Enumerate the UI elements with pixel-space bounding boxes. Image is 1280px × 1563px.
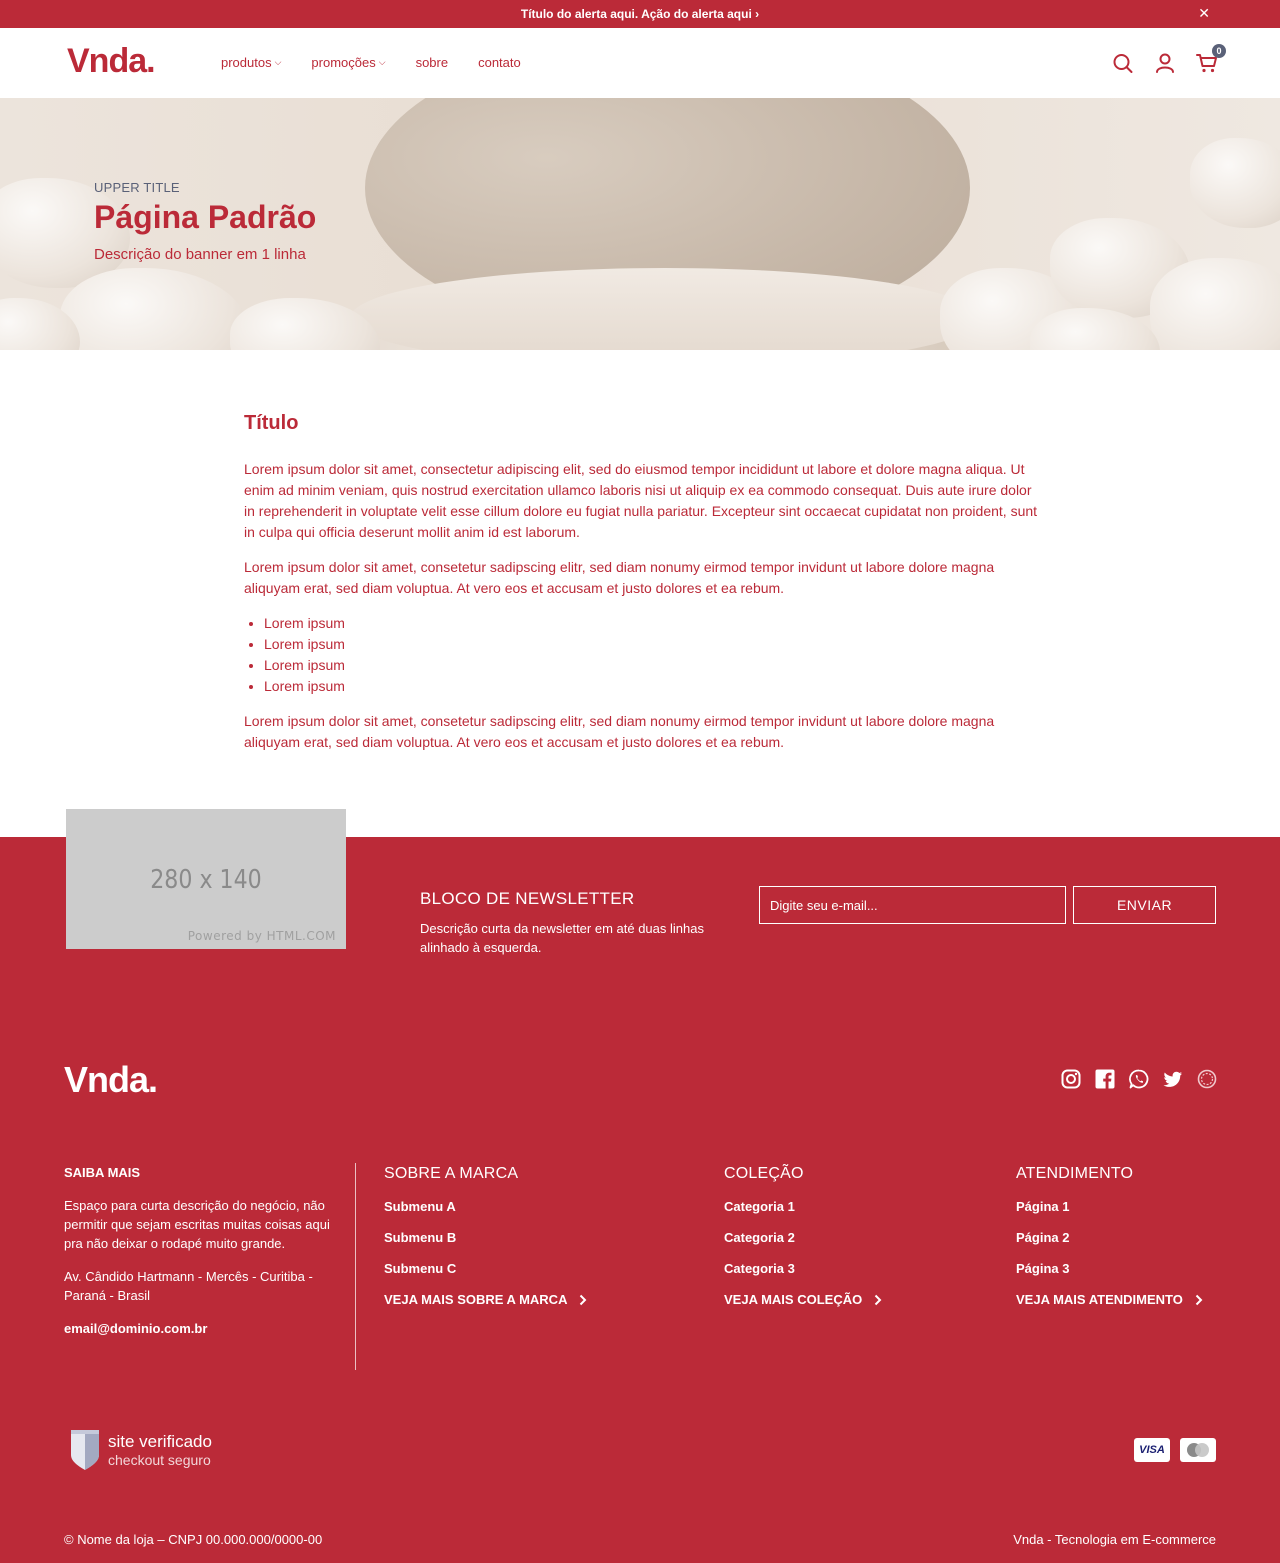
cart-icon[interactable]: 0 bbox=[1196, 44, 1226, 74]
footer-see-more-link[interactable]: VEJA MAIS COLEÇÃO bbox=[724, 1292, 882, 1307]
nav-item-sobre[interactable]: sobre bbox=[416, 55, 449, 70]
footer-link[interactable]: Página 2 bbox=[1016, 1230, 1203, 1245]
footer-about: SAIBA MAIS Espaço para curta descrição d… bbox=[64, 1163, 334, 1352]
nav-item-promocoes[interactable]: promoções ⌵ bbox=[311, 55, 385, 70]
whatsapp-icon[interactable] bbox=[1129, 1069, 1149, 1089]
footer-about-description: Espaço para curta descrição do negócio, … bbox=[64, 1198, 330, 1251]
banner-description: Descrição do banner em 1 linha bbox=[94, 246, 306, 263]
nav-item-produtos[interactable]: produtos ⌵ bbox=[221, 55, 281, 70]
footer-link[interactable]: Submenu A bbox=[384, 1199, 587, 1214]
dribbble-icon[interactable] bbox=[1197, 1069, 1217, 1089]
placeholder-credit: Powered by HTML.COM bbox=[187, 929, 336, 943]
footer-menu-marca: SOBRE A MARCA Submenu A Submenu B Submen… bbox=[384, 1165, 587, 1323]
chevron-right-icon bbox=[874, 1294, 882, 1305]
mastercard-icon bbox=[1180, 1438, 1216, 1462]
banner-rock bbox=[1190, 138, 1280, 228]
footer-link[interactable]: Página 1 bbox=[1016, 1199, 1203, 1214]
list-item: Lorem ipsum bbox=[264, 634, 1040, 655]
newsletter-title: BLOCO DE NEWSLETTER bbox=[420, 889, 635, 908]
banner-title: Página Padrão bbox=[94, 199, 317, 235]
seal-line-1: site verificado bbox=[108, 1432, 212, 1451]
page-banner: UPPER TITLE Página Padrão Descrição do b… bbox=[0, 98, 1280, 350]
banner-upper-title: UPPER TITLE bbox=[94, 180, 180, 195]
chevron-down-icon: ⌵ bbox=[274, 57, 282, 67]
footer-link[interactable]: Categoria 3 bbox=[724, 1261, 882, 1276]
alert-close-button[interactable]: ✕ bbox=[1198, 5, 1210, 22]
site-verified-seal: site verificado checkout seguro bbox=[70, 1429, 212, 1471]
content-paragraph: Lorem ipsum dolor sit amet, consetetur s… bbox=[244, 713, 995, 750]
instagram-icon[interactable] bbox=[1061, 1069, 1081, 1089]
content-paragraph: Lorem ipsum dolor sit amet, consectetur … bbox=[244, 461, 1038, 540]
search-icon[interactable] bbox=[1112, 52, 1134, 74]
header-actions: 0 bbox=[1112, 44, 1226, 74]
site-header: Vnda. produtos ⌵ promoções ⌵ sobre contato… bbox=[0, 28, 1280, 98]
footer-link[interactable]: Categoria 1 bbox=[724, 1199, 882, 1214]
shield-icon bbox=[71, 1430, 99, 1470]
visa-icon: VISA bbox=[1134, 1438, 1170, 1462]
footer-menu-atendimento: ATENDIMENTO Página 1 Página 2 Página 3 V… bbox=[1016, 1165, 1203, 1323]
footer-logo[interactable]: Vnda. bbox=[64, 1059, 158, 1101]
newsletter-description: Descrição curta da newsletter em até dua… bbox=[420, 921, 704, 955]
alert-bar: Título do alerta aqui. Ação do alerta aq… bbox=[0, 0, 1280, 28]
footer-about-title: SAIBA MAIS bbox=[64, 1165, 141, 1180]
newsletter-image-placeholder: 280 x 140 Powered by HTML.COM bbox=[66, 809, 346, 949]
footer-see-more-link[interactable]: VEJA MAIS SOBRE A MARCA bbox=[384, 1292, 587, 1307]
placeholder-size-text: 280 x 140 bbox=[150, 865, 262, 895]
footer-menu-title: COLEÇÃO bbox=[724, 1165, 804, 1182]
footer-menu-colecao: COLEÇÃO Categoria 1 Categoria 2 Categori… bbox=[724, 1165, 882, 1323]
chevron-right-icon bbox=[580, 1294, 587, 1305]
main-nav: produtos ⌵ promoções ⌵ sobre contato bbox=[221, 55, 521, 70]
footer-link[interactable]: Categoria 2 bbox=[724, 1230, 882, 1245]
social-links bbox=[1061, 1069, 1217, 1089]
payment-methods: VISA bbox=[1134, 1438, 1216, 1462]
nav-item-contato[interactable]: contato bbox=[478, 55, 521, 70]
footer-link[interactable]: Submenu B bbox=[384, 1230, 587, 1245]
user-icon[interactable] bbox=[1154, 52, 1176, 74]
banner-text: UPPER TITLE Página Padrão Descrição do b… bbox=[94, 180, 316, 263]
cart-count-badge: 0 bbox=[1212, 44, 1226, 58]
newsletter-text: BLOCO DE NEWSLETTER Descrição curta da n… bbox=[420, 889, 720, 957]
list-item: Lorem ipsum bbox=[264, 655, 1040, 676]
chevron-down-icon: ⌵ bbox=[378, 57, 386, 67]
chevron-right-icon bbox=[1195, 1294, 1203, 1305]
seal-line-2: checkout seguro bbox=[108, 1452, 211, 1468]
twitter-icon[interactable] bbox=[1163, 1069, 1183, 1089]
platform-credit-link[interactable]: Vnda - Tecnologia em E-commerce bbox=[1013, 1532, 1216, 1547]
list-item: Lorem ipsum bbox=[264, 676, 1040, 697]
content-list: Lorem ipsum Lorem ipsum Lorem ipsum Lore… bbox=[264, 613, 1040, 697]
banner-rock bbox=[60, 268, 250, 350]
content-title: Título bbox=[244, 412, 299, 434]
content-paragraph: Lorem ipsum dolor sit amet, consetetur s… bbox=[244, 559, 995, 596]
footer-see-more-link[interactable]: VEJA MAIS ATENDIMENTO bbox=[1016, 1292, 1203, 1307]
footer-address: Av. Cândido Hartmann - Mercês - Curitiba… bbox=[64, 1269, 313, 1303]
footer-link[interactable]: Página 3 bbox=[1016, 1261, 1203, 1276]
footer-link[interactable]: Submenu C bbox=[384, 1261, 587, 1276]
newsletter-email-input[interactable] bbox=[759, 886, 1066, 924]
banner-rock bbox=[1150, 258, 1280, 350]
copyright-text: © Nome da loja – CNPJ 00.000.000/0000-00 bbox=[64, 1532, 323, 1547]
page-content: Título Lorem ipsum dolor sit amet, conse… bbox=[244, 412, 1040, 767]
newsletter-submit-button[interactable]: ENVIAR bbox=[1073, 886, 1216, 924]
footer-email-link[interactable]: email@dominio.com.br bbox=[64, 1319, 334, 1338]
footer-menu-title: SOBRE A MARCA bbox=[384, 1165, 519, 1182]
facebook-icon[interactable] bbox=[1095, 1069, 1115, 1089]
list-item: Lorem ipsum bbox=[264, 613, 1040, 634]
footer-divider bbox=[355, 1163, 356, 1370]
header-logo[interactable]: Vnda. bbox=[67, 42, 156, 81]
alert-text[interactable]: Título do alerta aqui. Ação do alerta aq… bbox=[521, 7, 759, 21]
footer-menu-title: ATENDIMENTO bbox=[1016, 1165, 1134, 1182]
